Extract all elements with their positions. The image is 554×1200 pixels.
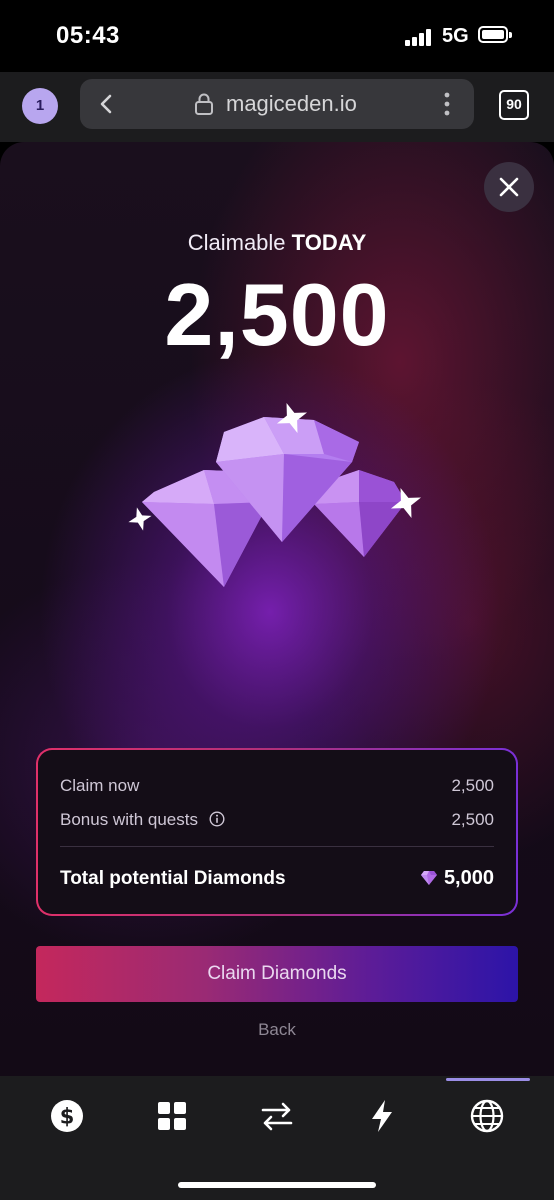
globe-icon[interactable] — [467, 1096, 507, 1136]
summary-card: Claim now 2,500 Bonus with quests 2,500 … — [36, 748, 518, 916]
profile-badge[interactable]: 1 — [22, 88, 58, 124]
url-text: magiceden.io — [226, 91, 357, 116]
lightning-icon[interactable] — [362, 1096, 402, 1136]
svg-text:$: $ — [60, 1105, 75, 1129]
claim-diamonds-button[interactable]: Claim Diamonds — [36, 946, 518, 1002]
total-value-row: 5,000 — [420, 867, 494, 890]
browser-toolbar: 1 magiceden.io 90 — [0, 72, 554, 142]
claim-title-emphasis: TODAY — [291, 230, 367, 255]
bonus-label: Bonus with quests — [60, 810, 198, 829]
network-label: 5G — [442, 25, 469, 47]
claim-now-value: 2,500 — [451, 776, 494, 795]
address-bar[interactable]: magiceden.io — [80, 79, 474, 129]
back-chevron-icon[interactable] — [94, 91, 120, 117]
bonus-value: 2,500 — [451, 810, 494, 829]
close-icon — [499, 177, 519, 197]
grid-icon[interactable] — [152, 1096, 192, 1136]
bottom-nav: $ — [0, 1076, 554, 1200]
battery-icon — [478, 26, 512, 43]
diamonds-illustration — [128, 402, 422, 587]
more-vertical-icon[interactable] — [440, 90, 454, 118]
total-label: Total potential Diamonds — [60, 868, 286, 889]
close-button[interactable] — [484, 162, 534, 212]
claim-title-prefix: Claimable — [187, 230, 286, 255]
dollar-icon[interactable]: $ — [47, 1096, 87, 1136]
status-bar: 05:43 5G — [0, 0, 554, 72]
status-time: 05:43 — [56, 22, 120, 49]
tab-count-button[interactable]: 90 — [499, 90, 529, 120]
info-icon[interactable] — [209, 811, 225, 827]
back-link[interactable]: Back — [0, 1020, 554, 1040]
total-value: 5,000 — [443, 867, 494, 889]
signal-icon — [405, 28, 435, 46]
claim-title: Claimable TODAY — [0, 230, 554, 256]
claim-now-label: Claim now — [60, 776, 140, 795]
diamond-icon — [420, 871, 437, 885]
lock-icon — [195, 93, 213, 115]
bonus-row: Bonus with quests — [60, 810, 225, 830]
home-indicator — [178, 1182, 376, 1188]
claimable-amount: 2,500 — [164, 265, 390, 364]
claim-modal: Claimable TODAY 2,500 Claim now 2,500 Bo… — [0, 142, 554, 1076]
divider — [60, 846, 494, 847]
swap-arrows-icon[interactable] — [257, 1096, 297, 1136]
active-tab-indicator — [446, 1078, 530, 1081]
